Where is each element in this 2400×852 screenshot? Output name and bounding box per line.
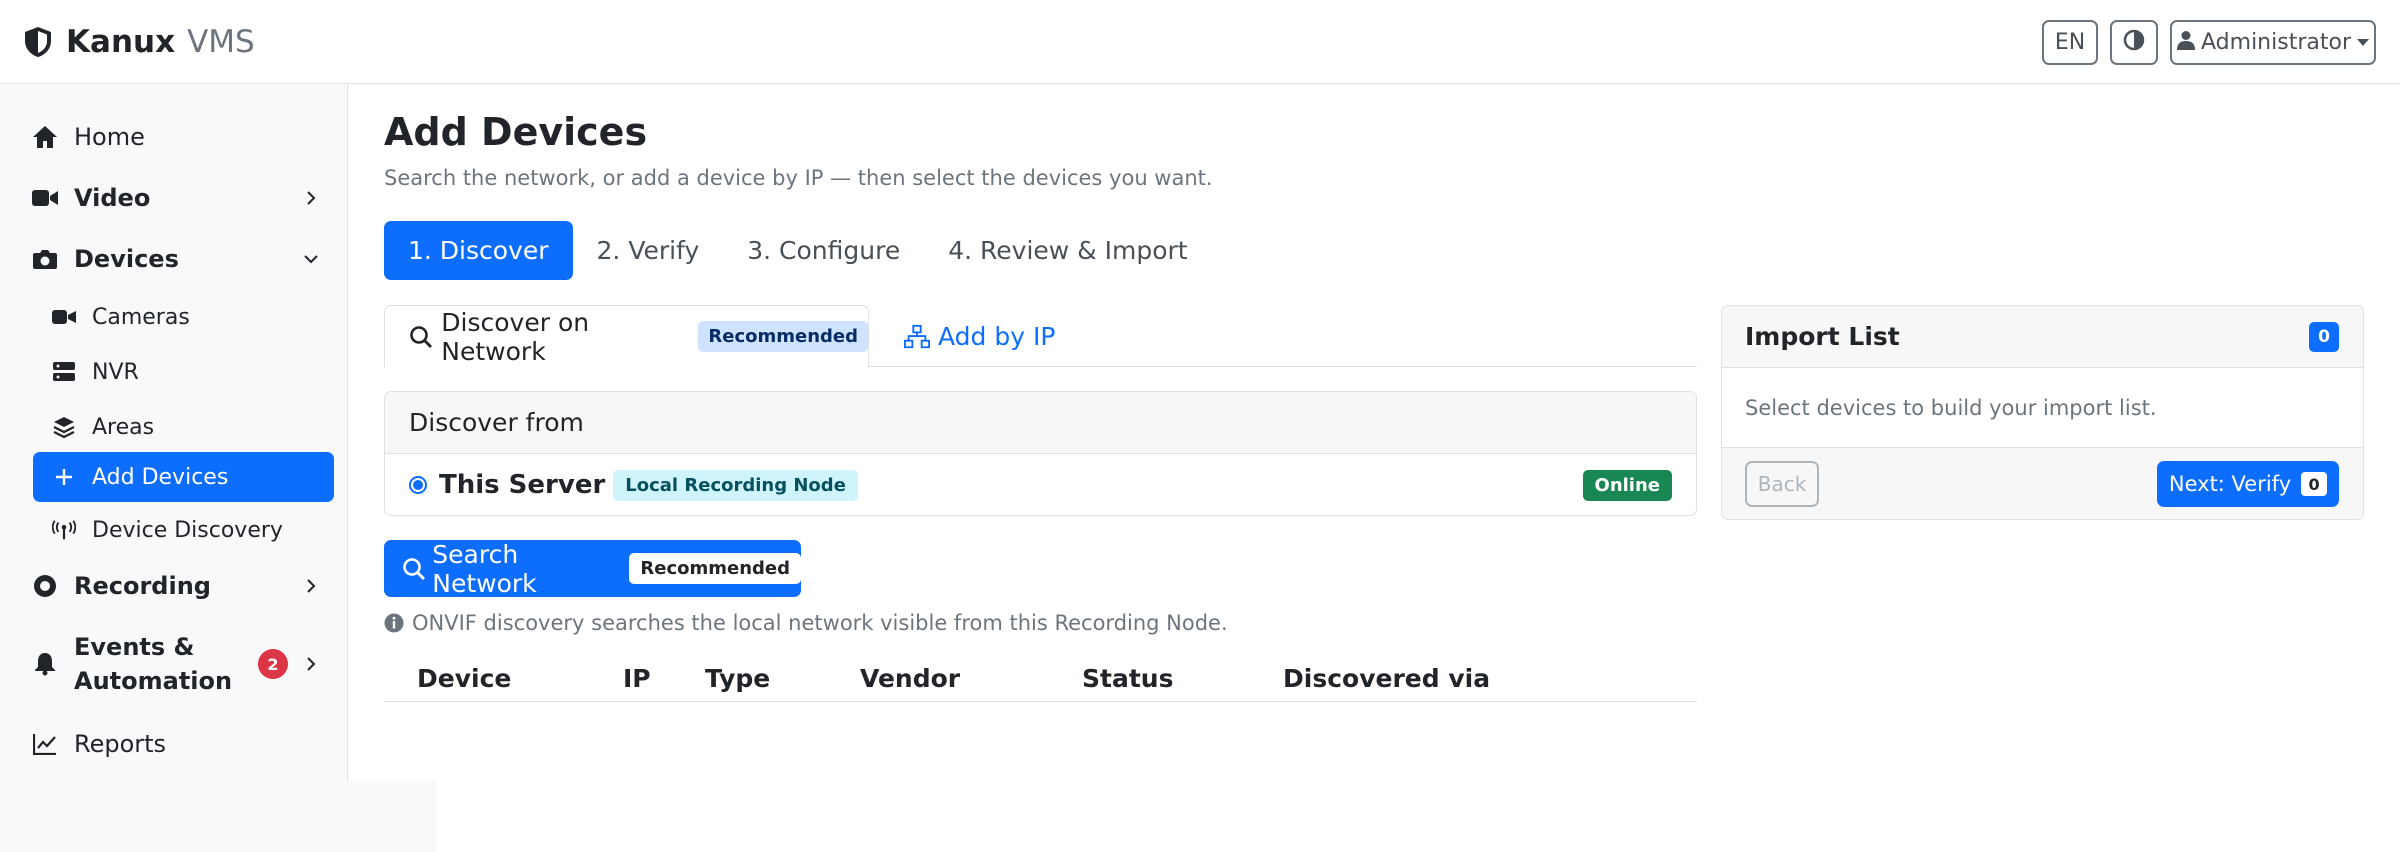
video-icon	[32, 185, 58, 211]
wizard-steps: 1. Discover 2. Verify 3. Configure 4. Re…	[384, 221, 1212, 280]
recommended-badge: Recommended	[698, 321, 868, 352]
column-header-device[interactable]: Device	[417, 664, 511, 693]
import-list-header: Import List 0	[1722, 306, 2363, 368]
user-menu-button[interactable]: Administrator	[2170, 20, 2376, 65]
info-icon	[384, 613, 404, 633]
chevron-right-icon	[304, 579, 318, 593]
sidebar-item-label: Add Devices	[92, 464, 229, 490]
sidebar-item-add-devices[interactable]: Add Devices	[33, 452, 334, 502]
discovery-hint: ONVIF discovery searches the local netwo…	[384, 611, 1228, 635]
import-count-badge: 0	[2309, 321, 2339, 352]
sidebar-item-cameras[interactable]: Cameras	[52, 295, 334, 339]
video-icon	[52, 305, 76, 329]
column-header-ip[interactable]: IP	[623, 664, 651, 693]
sidebar-item-label: Device Discovery	[92, 517, 283, 543]
sidebar-item-device-discovery[interactable]: Device Discovery	[52, 508, 334, 552]
search-icon	[409, 324, 433, 350]
sidebar-item-home[interactable]: Home	[32, 115, 334, 159]
column-header-discovered-via[interactable]: Discovered via	[1283, 664, 1490, 693]
sidebar-item-reports[interactable]: Reports	[32, 722, 334, 766]
import-list-footer: Back Next: Verify 0	[1722, 448, 2363, 519]
sidebar-item-label: Areas	[92, 414, 155, 440]
sidebar-item-label: NVR	[92, 359, 139, 385]
home-icon	[32, 124, 58, 150]
step-verify[interactable]: 2. Verify	[573, 221, 724, 280]
status-badge: Online	[1582, 469, 1672, 501]
sidebar-item-label: Devices	[74, 245, 179, 273]
step-review-import[interactable]: 4. Review & Import	[924, 221, 1211, 280]
results-table-header: Device IP Type Vendor Status Discovered …	[384, 660, 1697, 702]
import-list-card: Import List 0 Select devices to build yo…	[1721, 305, 2364, 520]
search-network-label: Search Network	[432, 539, 537, 598]
network-icon	[904, 324, 930, 350]
sidebar: Home Video Devices Cameras NVR Areas Add…	[0, 85, 348, 781]
search-icon	[402, 556, 426, 582]
search-network-button[interactable]: Search Network Recommended	[384, 539, 801, 598]
layers-icon	[52, 415, 76, 439]
next-verify-button[interactable]: Next: Verify 0	[2157, 461, 2339, 507]
back-button[interactable]: Back	[1745, 461, 1819, 507]
person-icon	[2177, 30, 2196, 56]
step-discover[interactable]: 1. Discover	[384, 221, 573, 280]
card-header: Discover from	[385, 392, 1696, 454]
sidebar-item-areas[interactable]: Areas	[52, 405, 334, 449]
tab-label: Discover on Network	[441, 307, 590, 366]
server-radio[interactable]	[409, 476, 427, 494]
discovery-tabs: Discover on Network Recommended Add by I…	[384, 305, 1697, 368]
sidebar-item-recording[interactable]: Recording	[32, 564, 334, 608]
brand[interactable]: Kanux VMS	[24, 20, 255, 64]
sidebar-item-nvr[interactable]: NVR	[52, 350, 334, 394]
tab-discover-on-network[interactable]: Discover on Network Recommended	[384, 305, 869, 368]
chart-line-icon	[32, 731, 58, 757]
sidebar-item-label: Home	[74, 123, 145, 151]
next-count-badge: 0	[2301, 472, 2328, 496]
column-header-type[interactable]: Type	[705, 664, 770, 693]
column-header-status[interactable]: Status	[1082, 664, 1173, 693]
tab-add-by-ip[interactable]: Add by IP	[894, 305, 1055, 368]
chevron-right-icon	[304, 191, 318, 205]
record-icon	[32, 573, 58, 599]
server-icon	[52, 360, 76, 384]
notification-badge: 2	[258, 649, 288, 679]
sidebar-item-label: Video	[74, 184, 151, 212]
sidebar-item-label: Cameras	[92, 304, 190, 330]
shield-icon	[24, 25, 54, 59]
discover-from-card: Discover from This Server Local Recordin…	[384, 391, 1697, 516]
language-button[interactable]: EN	[2042, 20, 2098, 65]
plus-icon	[52, 465, 76, 489]
camera-icon	[32, 246, 58, 272]
bell-icon	[32, 651, 58, 677]
recommended-badge: Recommended	[629, 553, 801, 584]
tab-label: Add by IP	[938, 322, 1056, 351]
sidebar-footer-area	[0, 781, 436, 852]
import-list-empty-text: Select devices to build your import list…	[1722, 368, 2363, 448]
server-option[interactable]: This Server Local Recording Node Online	[385, 454, 1696, 515]
sidebar-item-events-automation[interactable]: Events & Automation 2	[32, 629, 334, 699]
sidebar-item-label: Events &	[74, 633, 195, 661]
sidebar-item-label: Reports	[74, 730, 167, 758]
theme-toggle-button[interactable]	[2110, 20, 2158, 65]
page-subtitle: Search the network, or add a device by I…	[384, 166, 1213, 190]
next-verify-label: Next: Verify	[2168, 472, 2292, 496]
sidebar-item-label: Recording	[74, 572, 211, 600]
top-navbar: Kanux VMS EN Administrator	[0, 0, 2400, 84]
caret-down-icon	[2357, 39, 2369, 46]
server-name: This Server	[439, 470, 606, 500]
brand-product: VMS	[187, 24, 255, 60]
step-configure[interactable]: 3. Configure	[723, 221, 924, 280]
hint-text: ONVIF discovery searches the local netwo…	[412, 611, 1228, 635]
user-menu-label: Administrator	[2201, 30, 2351, 55]
node-type-badge: Local Recording Node	[613, 469, 858, 501]
broadcast-icon	[52, 518, 76, 542]
sidebar-item-label: Automation	[74, 667, 233, 695]
import-list-title: Import List	[1745, 322, 1900, 351]
column-header-vendor[interactable]: Vendor	[860, 664, 960, 693]
chevron-right-icon	[304, 657, 318, 671]
sidebar-item-devices[interactable]: Devices	[32, 237, 334, 281]
page-title: Add Devices	[384, 110, 648, 154]
brand-name: Kanux	[66, 24, 176, 60]
chevron-down-icon	[304, 252, 318, 266]
sidebar-item-video[interactable]: Video	[32, 176, 334, 220]
contrast-icon	[2123, 29, 2145, 57]
